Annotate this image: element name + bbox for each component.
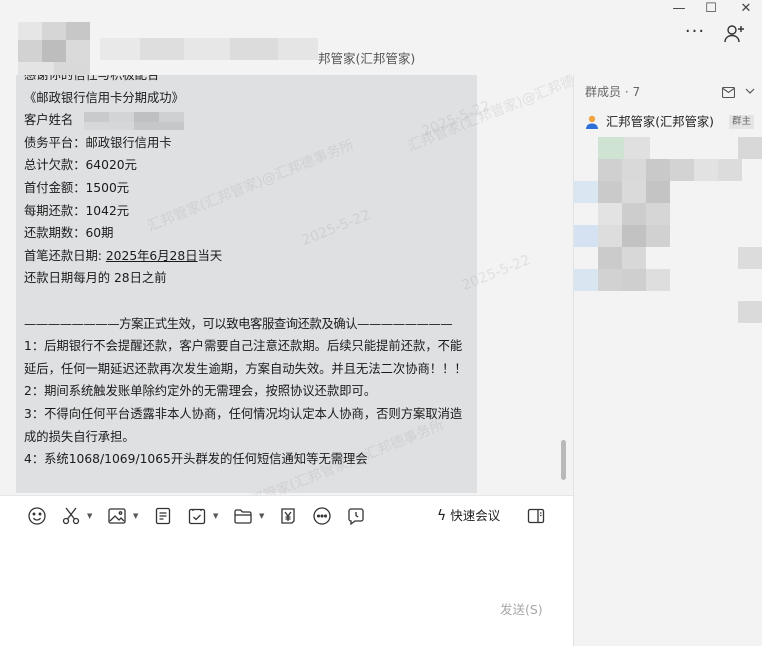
- chevron-down-icon[interactable]: ▼: [213, 512, 218, 520]
- chat-title: 邦管家(汇邦管家): [318, 51, 416, 66]
- message-line: 总计欠款：64020元: [24, 158, 137, 173]
- chat-name-mosaic: [100, 38, 318, 60]
- term-3: 3：不得向任何平台透露非本人协商，任何情况均认定本人协商，否则方案取消造成的损失…: [24, 406, 463, 444]
- minimize-button[interactable]: —: [664, 0, 694, 18]
- message-line: 还款日期每月的 28日之前: [24, 271, 167, 286]
- customer-name-line: 客户姓名: [24, 109, 477, 132]
- close-button[interactable]: ✕: [731, 0, 761, 18]
- term-1: 1：后期银行不会提醒还款，客户需要自己注意还款期。后续只能提前还款，不能延后，任…: [24, 339, 467, 376]
- user-icon: [584, 114, 600, 134]
- clock-icon[interactable]: [346, 506, 366, 526]
- mail-icon[interactable]: [721, 83, 736, 99]
- members-header: 群成员 · 7: [585, 85, 641, 99]
- message-line: 客户姓名: [24, 113, 74, 128]
- first-repay-date-link[interactable]: 2025年6月28日: [106, 249, 198, 263]
- member-item[interactable]: 汇邦管家(汇邦管家) 群主: [584, 112, 759, 132]
- maximize-button[interactable]: ☐: [696, 0, 726, 18]
- title-bar: — ☐ ✕ 邦管家(汇邦管家) ···: [0, 0, 762, 84]
- image-icon[interactable]: [107, 506, 127, 526]
- first-repay-suffix: 当天: [197, 248, 223, 263]
- term-2: 2：期间系统触发账单除约定外的无需理会，按照协议还款即可。: [24, 384, 377, 399]
- composer-toolbar: ▼ ▼ ▼ ▼ ϟ 快速会议: [0, 495, 573, 536]
- member-list-mosaic: [574, 137, 762, 367]
- add-member-icon[interactable]: [722, 22, 746, 46]
- task-icon[interactable]: [187, 506, 207, 526]
- chevron-down-icon[interactable]: ▼: [87, 512, 92, 520]
- quick-meeting-button[interactable]: ϟ 快速会议: [437, 505, 500, 527]
- chevron-down-icon[interactable]: ▼: [133, 512, 138, 520]
- member-name: 汇邦管家(汇邦管家): [606, 115, 714, 129]
- message-line: 每期还款：1042元: [24, 203, 130, 218]
- message-line: 《邮政银行信用卡分期成功》: [24, 90, 184, 105]
- chevron-down-icon[interactable]: [744, 82, 756, 94]
- members-panel: 群成员 · 7 汇邦管家(汇邦管家) 群主: [573, 75, 762, 646]
- message-line: 债务平台：邮政银行信用卡: [24, 135, 172, 150]
- term-4: 4：系统1068/1069/1065开头群发的任何短信通知等无需理会: [24, 452, 368, 467]
- quick-meeting-label: 快速会议: [450, 508, 501, 523]
- lightning-icon: ϟ: [437, 508, 447, 524]
- scrollbar[interactable]: [561, 440, 566, 480]
- chat-bubble-icon[interactable]: [312, 506, 332, 526]
- scissors-icon[interactable]: [61, 506, 81, 526]
- owner-badge: 群主: [729, 115, 755, 129]
- message-divider: ————————方案正式生效，可以致电客服查询还款及确认————————: [24, 316, 453, 331]
- document-icon[interactable]: [153, 506, 173, 526]
- more-options-button[interactable]: ···: [683, 23, 707, 44]
- first-repay-label: 首笔还款日期:: [24, 248, 106, 263]
- message-line: 感谢你的信任与积极配合: [24, 75, 160, 82]
- customer-name-mosaic: [84, 112, 184, 131]
- message-line: 还款期数：60期: [24, 226, 114, 241]
- message-line: 首付金额：1500元: [24, 180, 130, 195]
- message-bubble[interactable]: 感谢你的信任与积极配合 《邮政银行信用卡分期成功》 客户姓名 债务平台：邮政银行…: [16, 75, 477, 493]
- send-button[interactable]: 发送(S): [500, 599, 543, 618]
- message-area[interactable]: 感谢你的信任与积极配合 《邮政银行信用卡分期成功》 客户姓名 债务平台：邮政银行…: [0, 75, 573, 495]
- sidebar-icon[interactable]: [526, 506, 546, 526]
- chevron-down-icon[interactable]: ▼: [259, 512, 264, 520]
- emoji-icon[interactable]: [27, 506, 47, 526]
- message-input[interactable]: [0, 535, 573, 646]
- folder-icon[interactable]: [233, 506, 253, 526]
- first-repay-line: 首笔还款日期: 2025年6月28日当天: [24, 245, 477, 268]
- yen-icon[interactable]: [278, 506, 298, 526]
